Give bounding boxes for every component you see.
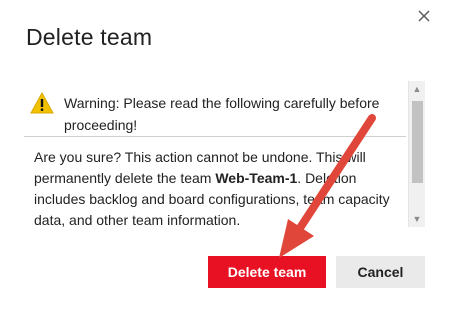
confirmation-text: Are you sure? This action cannot be undo… (34, 147, 396, 227)
delete-team-button[interactable]: Delete team (208, 256, 326, 288)
delete-team-dialog: Delete team Warning: Please read the fol… (0, 0, 452, 316)
cancel-button[interactable]: Cancel (336, 256, 425, 288)
close-button[interactable] (414, 6, 434, 26)
team-name: Web-Team-1 (215, 170, 298, 186)
warning-text: Warning: Please read the following caref… (64, 95, 380, 133)
dialog-title: Delete team (26, 24, 153, 50)
warning-icon (30, 92, 54, 114)
dialog-scroll-region[interactable]: Warning: Please read the following caref… (24, 81, 426, 227)
scroll-down-arrow-icon[interactable]: ▼ (409, 211, 425, 227)
scroll-up-arrow-icon[interactable]: ▲ (409, 81, 425, 97)
warning-banner: Warning: Please read the following caref… (24, 81, 406, 137)
vertical-scrollbar[interactable]: ▲ ▼ (408, 81, 425, 227)
close-icon (418, 10, 430, 22)
scrollbar-thumb[interactable] (412, 101, 423, 183)
dialog-content: Warning: Please read the following caref… (24, 81, 406, 227)
